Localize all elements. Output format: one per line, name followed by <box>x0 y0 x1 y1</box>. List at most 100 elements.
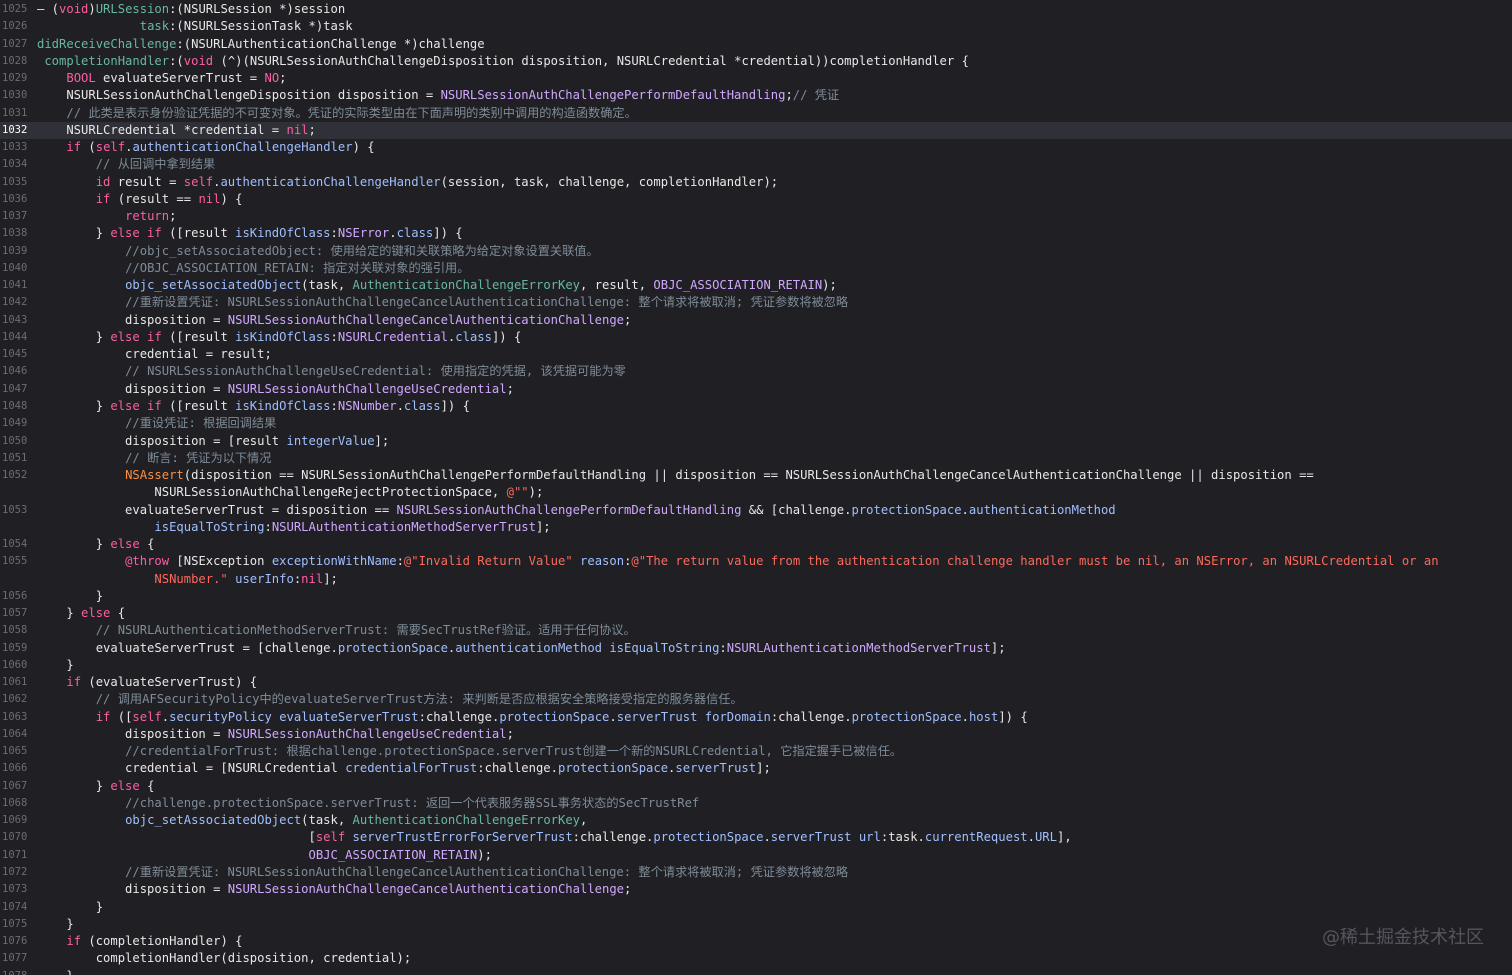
code-token: disposition = [result <box>37 433 287 448</box>
code-line[interactable]: 1068 //challenge.protectionSpace.serverT… <box>0 795 1512 812</box>
code-line[interactable]: isEqualToString:NSURLAuthenticationMetho… <box>0 519 1512 536</box>
code-token: } <box>37 778 111 793</box>
code-token: (^)(NSURLSessionAuthChallengeDisposition… <box>213 53 969 68</box>
code-token: // 此类是表示身份验证凭据的不可变对象。凭证的实际类型由在下面声明的类别中调用… <box>66 105 637 120</box>
code-token: :challenge. <box>477 761 558 776</box>
code-line[interactable]: NSURLSessionAuthChallengeRejectProtectio… <box>0 484 1512 501</box>
code-token: @"Invalid Return Value" <box>403 554 573 569</box>
code-line[interactable]: 1040 //OBJC_ASSOCIATION_RETAIN: 指定对关联对象的… <box>0 260 1512 277</box>
code-line[interactable]: 1025 – (void)URLSession:(NSURLSession *)s… <box>0 1 1512 18</box>
code-line[interactable]: 1033 if (self.authenticationChallengeHan… <box>0 139 1512 156</box>
code-token: ); <box>477 847 492 862</box>
code-line[interactable]: 1047 disposition = NSURLSessionAuthChall… <box>0 381 1512 398</box>
code-line[interactable]: 1037 return; <box>0 208 1512 225</box>
code-line[interactable]: 1045 credential = result; <box>0 346 1512 363</box>
code-line[interactable]: 1028 completionHandler:(void (^)(NSURLSe… <box>0 53 1512 70</box>
code-line[interactable]: 1035 id result = self.authenticationChal… <box>0 174 1512 191</box>
code-line[interactable]: 1074 } <box>0 899 1512 916</box>
code-token: } <box>37 537 111 552</box>
code-line[interactable]: 1032 NSURLCredential *credential = nil; <box>0 121 1512 139</box>
code-text: if (result == nil) { <box>37 191 243 208</box>
code-line[interactable]: 1061 if (evaluateServerTrust) { <box>0 674 1512 691</box>
code-line[interactable]: 1034 // 从回调中拿到结果 <box>0 156 1512 173</box>
code-token: . <box>609 709 617 724</box>
code-line[interactable]: 1027 didReceiveChallenge:(NSURLAuthentica… <box>0 36 1512 53</box>
code-line[interactable]: 1043 disposition = NSURLSessionAuthChall… <box>0 312 1512 329</box>
code-token: ) { <box>220 191 243 206</box>
code-text: OBJC_ASSOCIATION_RETAIN); <box>37 847 492 864</box>
code-line[interactable]: 1052 NSAssert(disposition == NSURLSessio… <box>0 467 1512 484</box>
line-number: 1069 <box>2 814 28 827</box>
code-line[interactable]: 1050 disposition = [result integerValue]… <box>0 433 1512 450</box>
line-number: 1035 <box>2 175 28 188</box>
code-line[interactable]: 1073 disposition = NSURLSessionAuthChall… <box>0 881 1512 898</box>
code-line[interactable]: 1060 } <box>0 657 1512 674</box>
code-line[interactable]: 1041 objc_setAssociatedObject(task, Auth… <box>0 277 1512 294</box>
code-line[interactable]: 1062 // 调用AFSecurityPolicy中的evaluateServ… <box>0 691 1512 708</box>
code-line[interactable]: 1071 OBJC_ASSOCIATION_RETAIN); <box>0 847 1512 864</box>
code-line[interactable]: 1078 } <box>0 968 1512 975</box>
code-token: URLSession <box>95 2 170 16</box>
code-line[interactable]: 1042 //重新设置凭证: NSURLSessionAuthChallenge… <box>0 294 1512 311</box>
code-line[interactable]: 1077 completionHandler(disposition, cred… <box>0 950 1512 967</box>
code-line[interactable]: 1038 } else if ([result isKindOfClass:NS… <box>0 225 1512 242</box>
code-line[interactable]: 1030 NSURLSessionAuthChallengeDispositio… <box>0 87 1512 104</box>
code-token: { <box>110 606 126 621</box>
code-line[interactable]: 1056 } <box>0 588 1512 605</box>
code-token: evaluateServerTrust <box>279 709 419 724</box>
code-token: ; <box>506 726 514 741</box>
code-line[interactable]: 1075 } <box>0 916 1512 933</box>
code-token: protectionSpace <box>499 709 610 724</box>
code-line[interactable]: 1057 } else { <box>0 605 1512 622</box>
code-text: //objc_setAssociatedObject: 使用给定的键和关联策略为… <box>37 243 599 260</box>
code-editor[interactable]: 1025– (void)URLSession:(NSURLSession *)s… <box>0 0 1512 975</box>
code-line[interactable]: 1065 //credentialForTrust: 根据challenge.p… <box>0 743 1512 760</box>
code-token: OBJC_ASSOCIATION_RETAIN <box>308 847 478 862</box>
code-line[interactable]: 1029 BOOL evaluateServerTrust = NO; <box>0 70 1512 87</box>
code-line[interactable]: 1046 // NSURLSessionAuthChallengeUseCred… <box>0 363 1512 380</box>
code-token: ([result <box>161 226 236 241</box>
code-token: void <box>183 53 214 68</box>
code-line[interactable]: 1049 //重设凭证: 根据回调结果 <box>0 415 1512 432</box>
code-line[interactable]: NSNumber." userInfo:nil]; <box>0 571 1512 588</box>
code-token: forDomain <box>704 709 771 724</box>
line-number: 1036 <box>2 192 28 205</box>
code-token: : <box>396 554 404 569</box>
code-line[interactable]: 1054 } else { <box>0 536 1512 553</box>
code-line[interactable]: 1026 task:(NSURLSessionTask *)task <box>0 18 1512 35</box>
code-token: else <box>110 537 140 552</box>
code-line[interactable]: 1048 } else if ([result isKindOfClass:NS… <box>0 398 1512 415</box>
code-line[interactable]: 1058 // NSURLAuthenticationMethodServerT… <box>0 622 1512 639</box>
code-line[interactable]: 1063 if ([self.securityPolicy evaluateSe… <box>0 709 1512 726</box>
code-line[interactable]: 1070 [self serverTrustErrorForServerTrus… <box>0 829 1512 846</box>
code-text: //challenge.protectionSpace.serverTrust:… <box>37 795 699 812</box>
line-number: 1057 <box>2 607 28 620</box>
code-line[interactable]: 1053 evaluateServerTrust = disposition =… <box>0 502 1512 519</box>
code-line[interactable]: 1072 //重新设置凭证: NSURLSessionAuthChallenge… <box>0 864 1512 881</box>
code-line[interactable]: 1067 } else { <box>0 778 1512 795</box>
code-token: //重新设置凭证: NSURLSessionAuthChallengeCance… <box>125 865 849 879</box>
code-line[interactable]: 1051 // 断言: 凭证为以下情况 <box>0 450 1512 467</box>
code-line[interactable]: 1044 } else if ([result isKindOfClass:NS… <box>0 329 1512 346</box>
code-token: disposition = <box>37 312 228 327</box>
code-line[interactable]: 1059 evaluateServerTrust = [challenge.pr… <box>0 640 1512 657</box>
code-line[interactable]: 1076 if (completionHandler) { <box>0 933 1512 950</box>
code-line[interactable]: 1031 // 此类是表示身份验证凭据的不可变对象。凭证的实际类型由在下面声明的… <box>0 105 1512 122</box>
code-line[interactable]: 1069 objc_setAssociatedObject(task, Auth… <box>0 812 1512 829</box>
code-token: authenticationMethod <box>968 502 1116 517</box>
code-line[interactable]: 1055 @throw [NSException exceptionWithNa… <box>0 553 1512 570</box>
code-line[interactable]: 1064 disposition = NSURLSessionAuthChall… <box>0 726 1512 743</box>
code-line[interactable]: 1066 credential = [NSURLCredential crede… <box>0 760 1512 777</box>
code-token: } <box>37 916 74 931</box>
code-line[interactable]: 1039 //objc_setAssociatedObject: 使用给定的键和… <box>0 243 1512 260</box>
code-token: ([result <box>161 398 236 413</box>
code-line[interactable]: 1036 if (result == nil) { <box>0 191 1512 208</box>
line-number: 1072 <box>2 866 28 878</box>
line-number: 1050 <box>2 434 28 447</box>
code-token: else <box>110 778 140 793</box>
code-token: // 调用AFSecurityPolicy中的evaluateServerTru… <box>95 692 743 707</box>
code-token: ; <box>169 209 177 224</box>
